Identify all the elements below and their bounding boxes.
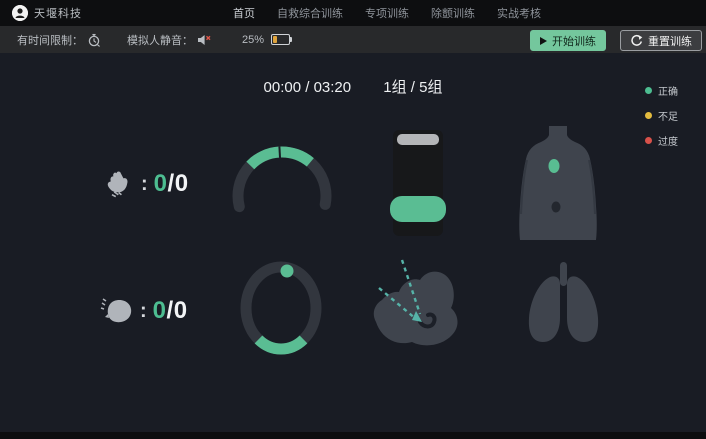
play-icon bbox=[540, 37, 547, 45]
bottom-edge-bar bbox=[0, 432, 706, 439]
brand-name: 天堰科技 bbox=[34, 5, 82, 21]
legend-insufficient-label: 不足 bbox=[658, 108, 678, 123]
ventilation-count-total: /0 bbox=[167, 297, 188, 324]
lungs-icon bbox=[516, 258, 611, 356]
manikin-mute-label: 模拟人静音： bbox=[127, 32, 193, 48]
speaker-muted-icon[interactable] bbox=[197, 34, 212, 46]
legend-item-excessive: 过度 bbox=[645, 133, 678, 147]
torso-compression-point-graphic bbox=[513, 126, 603, 240]
red-dot-icon bbox=[645, 137, 652, 144]
compression-rate-gauge bbox=[222, 139, 344, 239]
top-nav-bar: 天堰科技 首页 自救综合训练 专项训练 除颤训练 实战考核 bbox=[0, 0, 706, 26]
nav-item-home[interactable]: 首页 bbox=[233, 5, 255, 21]
compression-point-dot bbox=[549, 159, 560, 173]
ventilation-colon: : bbox=[140, 300, 147, 323]
brand-avatar-icon bbox=[12, 5, 28, 21]
main-nav: 首页 自救综合训练 专项训练 除颤训练 实战考核 bbox=[233, 0, 541, 26]
depth-target-zone bbox=[390, 196, 446, 222]
reset-training-label: 重置训练 bbox=[648, 33, 692, 49]
legend-correct-label: 正确 bbox=[658, 83, 678, 98]
compression-count: 0/0 bbox=[154, 170, 189, 198]
time-limit-label: 有时间限制： bbox=[17, 32, 83, 48]
compression-colon: : bbox=[141, 173, 148, 196]
start-training-label: 开始训练 bbox=[552, 33, 596, 49]
nav-item-self-rescue-training[interactable]: 自救综合训练 bbox=[277, 5, 343, 21]
refresh-icon bbox=[630, 34, 643, 47]
battery-percent: 25% bbox=[242, 34, 264, 46]
compression-counter: : 0/0 bbox=[103, 168, 189, 200]
reset-training-button[interactable]: 重置训练 bbox=[620, 30, 702, 51]
session-groups: 1组 / 5组 bbox=[383, 79, 442, 96]
battery-icon bbox=[271, 34, 290, 45]
result-legend: 正确 不足 过度 bbox=[645, 83, 678, 158]
nav-item-special-training[interactable]: 专项训练 bbox=[365, 5, 409, 21]
hand-icon bbox=[103, 168, 135, 200]
time-limit-setting: 有时间限制： bbox=[17, 32, 101, 48]
start-training-button[interactable]: 开始训练 bbox=[530, 30, 606, 51]
ventilation-count: 0/0 bbox=[153, 297, 188, 325]
legend-item-correct: 正确 bbox=[645, 83, 678, 97]
gauge-marker-dot bbox=[281, 265, 294, 278]
manikin-mute-setting: 模拟人静音： bbox=[127, 32, 212, 48]
stopwatch-icon bbox=[87, 33, 101, 47]
battery-status: 25% bbox=[242, 34, 290, 46]
nav-item-exam[interactable]: 实战考核 bbox=[497, 5, 541, 21]
ventilation-counter: : 0/0 bbox=[100, 295, 188, 327]
session-status: 00:00 / 03:20 1组 / 5组 bbox=[0, 76, 706, 97]
legend-item-insufficient: 不足 bbox=[645, 108, 678, 122]
brand-logo[interactable]: 天堰科技 bbox=[12, 5, 82, 21]
head-tilt-airway-graphic bbox=[366, 258, 466, 358]
toolbar-buttons: 开始训练 重置训练 bbox=[530, 30, 702, 51]
cpr-training-screen: 天堰科技 首页 自救综合训练 专项训练 除颤训练 实战考核 有时间限制： bbox=[0, 0, 706, 439]
compression-count-total: /0 bbox=[168, 170, 189, 197]
nav-item-defib-training[interactable]: 除颤训练 bbox=[431, 5, 475, 21]
session-timer: 00:00 / 03:20 bbox=[264, 79, 352, 96]
legend-excessive-label: 过度 bbox=[658, 133, 678, 148]
yellow-dot-icon bbox=[645, 112, 652, 119]
green-dot-icon bbox=[645, 87, 652, 94]
ventilation-count-value: 0 bbox=[153, 297, 167, 324]
depth-piston-cap bbox=[397, 134, 439, 145]
compression-count-value: 0 bbox=[154, 170, 168, 197]
breath-icon bbox=[100, 295, 134, 327]
ventilation-volume-gauge bbox=[240, 261, 325, 356]
